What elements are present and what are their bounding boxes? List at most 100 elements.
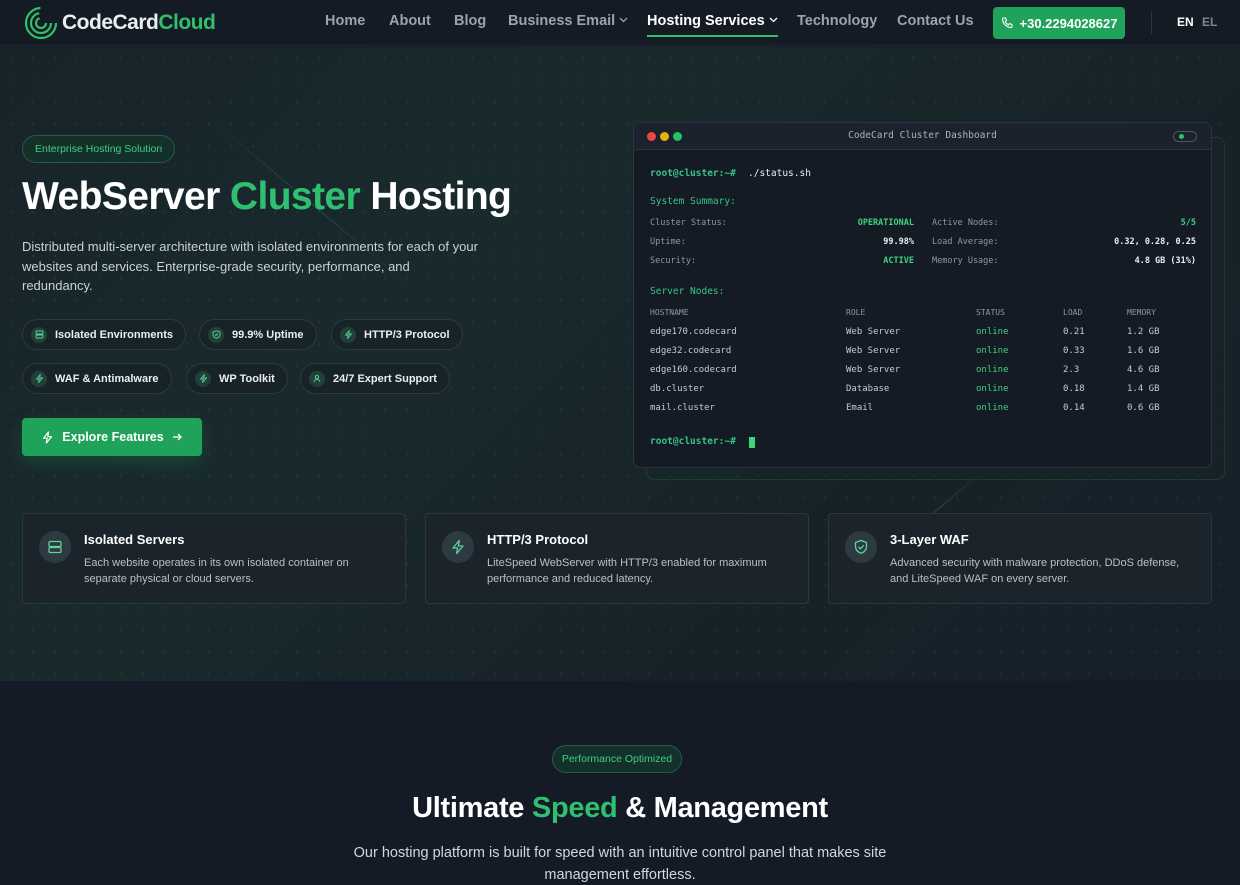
node-memory: 1.6 GB bbox=[1127, 346, 1160, 356]
cluster-dashboard-terminal: CodeCard Cluster Dashboard root@cluster:… bbox=[633, 122, 1212, 468]
feature-card-isolated-servers: Isolated Servers Each website operates i… bbox=[22, 513, 406, 604]
bolt-icon bbox=[195, 370, 211, 387]
node-hostname: edge170.codecard bbox=[650, 327, 737, 337]
terminal-prompt: root@cluster:~# bbox=[650, 436, 736, 447]
terminal-cursor bbox=[749, 437, 755, 448]
feature-card-waf: 3-Layer WAF Advanced security with malwa… bbox=[828, 513, 1212, 604]
chip-http3: HTTP/3 Protocol bbox=[331, 319, 463, 350]
feature-text: Each website operates in its own isolate… bbox=[84, 557, 349, 585]
feature-title: 3-Layer WAF bbox=[890, 532, 969, 547]
summary-label: Uptime: bbox=[650, 237, 686, 247]
node-load: 0.18 bbox=[1063, 384, 1085, 394]
summary-label: Cluster Status: bbox=[650, 218, 727, 228]
summary-label: Security: bbox=[650, 256, 697, 266]
bolt-icon bbox=[340, 326, 356, 343]
node-memory: 0.6 GB bbox=[1127, 403, 1160, 413]
summary-label: Load Average: bbox=[932, 237, 999, 247]
node-role: Database bbox=[846, 384, 890, 394]
performance-section: Performance Optimized Ultimate Speed & M… bbox=[0, 681, 1240, 885]
node-memory: 1.4 GB bbox=[1127, 384, 1160, 394]
chip-waf-antimalware: WAF & Antimalware bbox=[22, 363, 172, 394]
terminal-prompt: root@cluster:~# bbox=[650, 168, 736, 179]
users-icon bbox=[309, 370, 325, 387]
feature-title: Isolated Servers bbox=[84, 532, 185, 547]
terminal-title: CodeCard Cluster Dashboard bbox=[848, 130, 997, 141]
node-status: online bbox=[976, 346, 1009, 356]
hero-title: WebServer Cluster Hosting bbox=[22, 175, 512, 218]
bolt-icon bbox=[43, 430, 53, 444]
brand-name: CodeCardCloud bbox=[62, 11, 216, 34]
chip-expert-support: 24/7 Expert Support bbox=[300, 363, 450, 394]
lang-en[interactable]: EN bbox=[1177, 15, 1194, 29]
brand-logo[interactable]: CodeCardCloud bbox=[24, 4, 216, 42]
terminal-command: ./status.sh bbox=[748, 168, 811, 179]
feature-title: HTTP/3 Protocol bbox=[487, 532, 589, 547]
summary-heading: System Summary: bbox=[650, 196, 736, 207]
nav-divider bbox=[1151, 12, 1152, 34]
status-toggle[interactable] bbox=[1173, 131, 1197, 142]
section-badge: Performance Optimized bbox=[552, 745, 682, 773]
node-memory: 1.2 GB bbox=[1127, 327, 1160, 337]
node-hostname: edge160.codecard bbox=[650, 365, 737, 375]
feature-text: Advanced security with malware protectio… bbox=[890, 557, 1180, 585]
summary-value: 4.8 GB (31%) bbox=[1134, 256, 1196, 266]
hero-description: Distributed multi-server architecture wi… bbox=[22, 239, 478, 293]
nav-home[interactable]: Home bbox=[325, 13, 365, 29]
summary-label: Active Nodes: bbox=[932, 218, 999, 228]
node-role: Web Server bbox=[846, 327, 901, 337]
logo-mark-icon bbox=[24, 6, 58, 40]
node-load: 0.14 bbox=[1063, 403, 1085, 413]
column-header: HOSTNAME bbox=[650, 308, 689, 317]
section-title: Ultimate Speed & Management bbox=[412, 792, 828, 824]
nav-hosting-services[interactable]: Hosting Services bbox=[647, 13, 778, 37]
summary-label: Memory Usage: bbox=[932, 256, 999, 266]
node-load: 0.21 bbox=[1063, 327, 1085, 337]
bolt-icon bbox=[442, 531, 474, 563]
node-role: Email bbox=[846, 403, 874, 413]
node-status: online bbox=[976, 327, 1009, 337]
summary-value: ACTIVE bbox=[883, 256, 914, 266]
node-load: 0.33 bbox=[1063, 346, 1085, 356]
section-description: Our hosting platform is built for speed … bbox=[353, 845, 887, 883]
summary-value: OPERATIONAL bbox=[857, 218, 914, 228]
node-role: Web Server bbox=[846, 346, 901, 356]
summary-value: 5/5 bbox=[1180, 218, 1196, 228]
node-status: online bbox=[976, 365, 1009, 375]
chip-uptime: 99.9% Uptime bbox=[199, 319, 317, 350]
node-load: 2.3 bbox=[1063, 365, 1080, 375]
top-navbar: CodeCardCloud Home About Blog Business E… bbox=[0, 0, 1240, 46]
feature-card-http3: HTTP/3 Protocol LiteSpeed WebServer with… bbox=[425, 513, 809, 604]
feature-text: LiteSpeed WebServer with HTTP/3 enabled … bbox=[487, 557, 767, 585]
chip-isolated-environments: Isolated Environments bbox=[22, 319, 186, 350]
hero-section: Enterprise Hosting Solution WebServer Cl… bbox=[0, 47, 1240, 681]
column-header: ROLE bbox=[846, 308, 866, 317]
chip-wp-toolkit: WP Toolkit bbox=[186, 363, 288, 394]
lang-el[interactable]: EL bbox=[1202, 15, 1217, 29]
nav-about[interactable]: About bbox=[389, 13, 431, 29]
nav-business-email[interactable]: Business Email bbox=[508, 13, 628, 29]
nodes-heading: Server Nodes: bbox=[650, 286, 725, 297]
column-header: STATUS bbox=[976, 308, 1005, 317]
bolt-icon bbox=[31, 370, 47, 387]
server-icon bbox=[39, 531, 71, 563]
summary-value: 99.98% bbox=[883, 237, 914, 247]
phone-button[interactable]: +30.2294028627 bbox=[993, 7, 1125, 39]
summary-value: 0.32, 0.28, 0.25 bbox=[1114, 237, 1196, 247]
node-status: online bbox=[976, 384, 1009, 394]
nav-technology[interactable]: Technology bbox=[797, 13, 877, 29]
server-icon bbox=[31, 326, 47, 343]
node-hostname: edge32.codecard bbox=[650, 346, 732, 356]
node-hostname: db.cluster bbox=[650, 384, 705, 394]
shield-check-icon bbox=[208, 326, 224, 343]
node-hostname: mail.cluster bbox=[650, 403, 716, 413]
explore-features-button[interactable]: Explore Features bbox=[22, 418, 202, 456]
phone-icon bbox=[1001, 17, 1013, 29]
chevron-down-icon bbox=[619, 17, 628, 23]
nav-blog[interactable]: Blog bbox=[454, 13, 486, 29]
hero-badge: Enterprise Hosting Solution bbox=[22, 135, 176, 163]
terminal-titlebar: CodeCard Cluster Dashboard bbox=[634, 123, 1211, 150]
node-role: Web Server bbox=[846, 365, 901, 375]
node-memory: 4.6 GB bbox=[1127, 365, 1160, 375]
nav-contact-us[interactable]: Contact Us bbox=[897, 13, 974, 29]
column-header: MEMORY bbox=[1127, 308, 1156, 317]
